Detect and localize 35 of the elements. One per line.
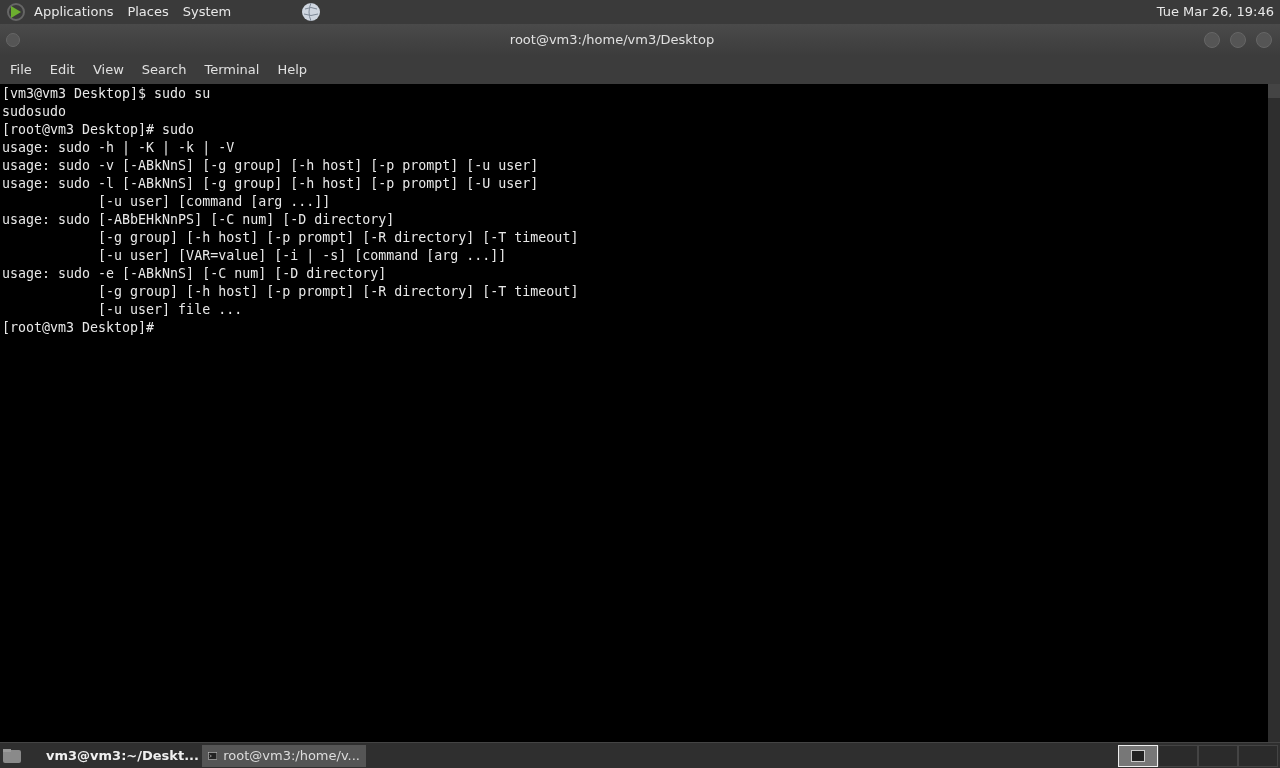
window-menu-button[interactable]: [6, 33, 20, 47]
maximize-button[interactable]: [1230, 32, 1246, 48]
terminal-line: [-g group] [-h host] [-p prompt] [-R directory] [-T timeout]: [97, 229, 580, 247]
terminal-line: usage: sudo [-ABbEHkNnPS] [-C num] [-D directory]: [2, 211, 396, 229]
terminal-line: usage: sudo -l [-ABkNnS] [-g group] [-h host] [-p prompt] [-U user]: [2, 175, 540, 193]
terminal-line: [root@vm3 Desktop]#: [2, 319, 156, 337]
terminal-line: [-u user] [VAR=value] [-i | -s] [command [arg ...]]: [97, 247, 508, 265]
show-desktop-icon[interactable]: [2, 747, 22, 764]
panel-menu[interactable]: System: [182, 2, 232, 22]
distro-logo-icon[interactable]: [6, 2, 26, 22]
taskbar-button[interactable]: root@vm3:/home/v...: [202, 744, 366, 767]
terminal-icon: [208, 749, 218, 762]
menu-item[interactable]: Edit: [41, 60, 83, 80]
menu-item[interactable]: File: [2, 60, 40, 80]
minimize-button[interactable]: [1204, 32, 1220, 48]
terminal-line: [-g group] [-h host] [-p prompt] [-R directory] [-T timeout]: [97, 283, 580, 301]
clock[interactable]: Tue Mar 26, 19:46: [1156, 2, 1274, 22]
terminal-line: sudosudo: [2, 103, 68, 121]
terminal-line: usage: sudo -h | -K | -k | -V: [2, 139, 236, 157]
terminal-line: [root@vm3 Desktop]# sudo: [2, 121, 196, 139]
menu-item[interactable]: Search: [133, 60, 195, 80]
menu-item[interactable]: Help: [269, 60, 316, 80]
panel-menu[interactable]: Places: [127, 2, 169, 22]
terminal-line: [-u user] file ...: [97, 301, 244, 319]
terminal-line: [vm3@vm3 Desktop]$ sudo su: [2, 85, 212, 103]
terminal-line: [-u user] [command [arg ...]]: [97, 193, 332, 211]
panel-menu[interactable]: Applications: [34, 2, 114, 22]
terminal-line: usage: sudo -e [-ABkNnS] [-C num] [-D directory]: [2, 265, 388, 283]
window-title: root@vm3:/home/vm3/Desktop: [508, 31, 716, 50]
menu-item[interactable]: View: [84, 60, 132, 80]
close-button[interactable]: [1256, 32, 1272, 48]
terminal-line: usage: sudo -v [-ABkNnS] [-g group] [-h host] [-p prompt] [-u user]: [2, 157, 540, 175]
menu-item[interactable]: Terminal: [196, 60, 268, 80]
scrollbar[interactable]: [1268, 84, 1280, 742]
globe-icon[interactable]: [301, 2, 322, 22]
